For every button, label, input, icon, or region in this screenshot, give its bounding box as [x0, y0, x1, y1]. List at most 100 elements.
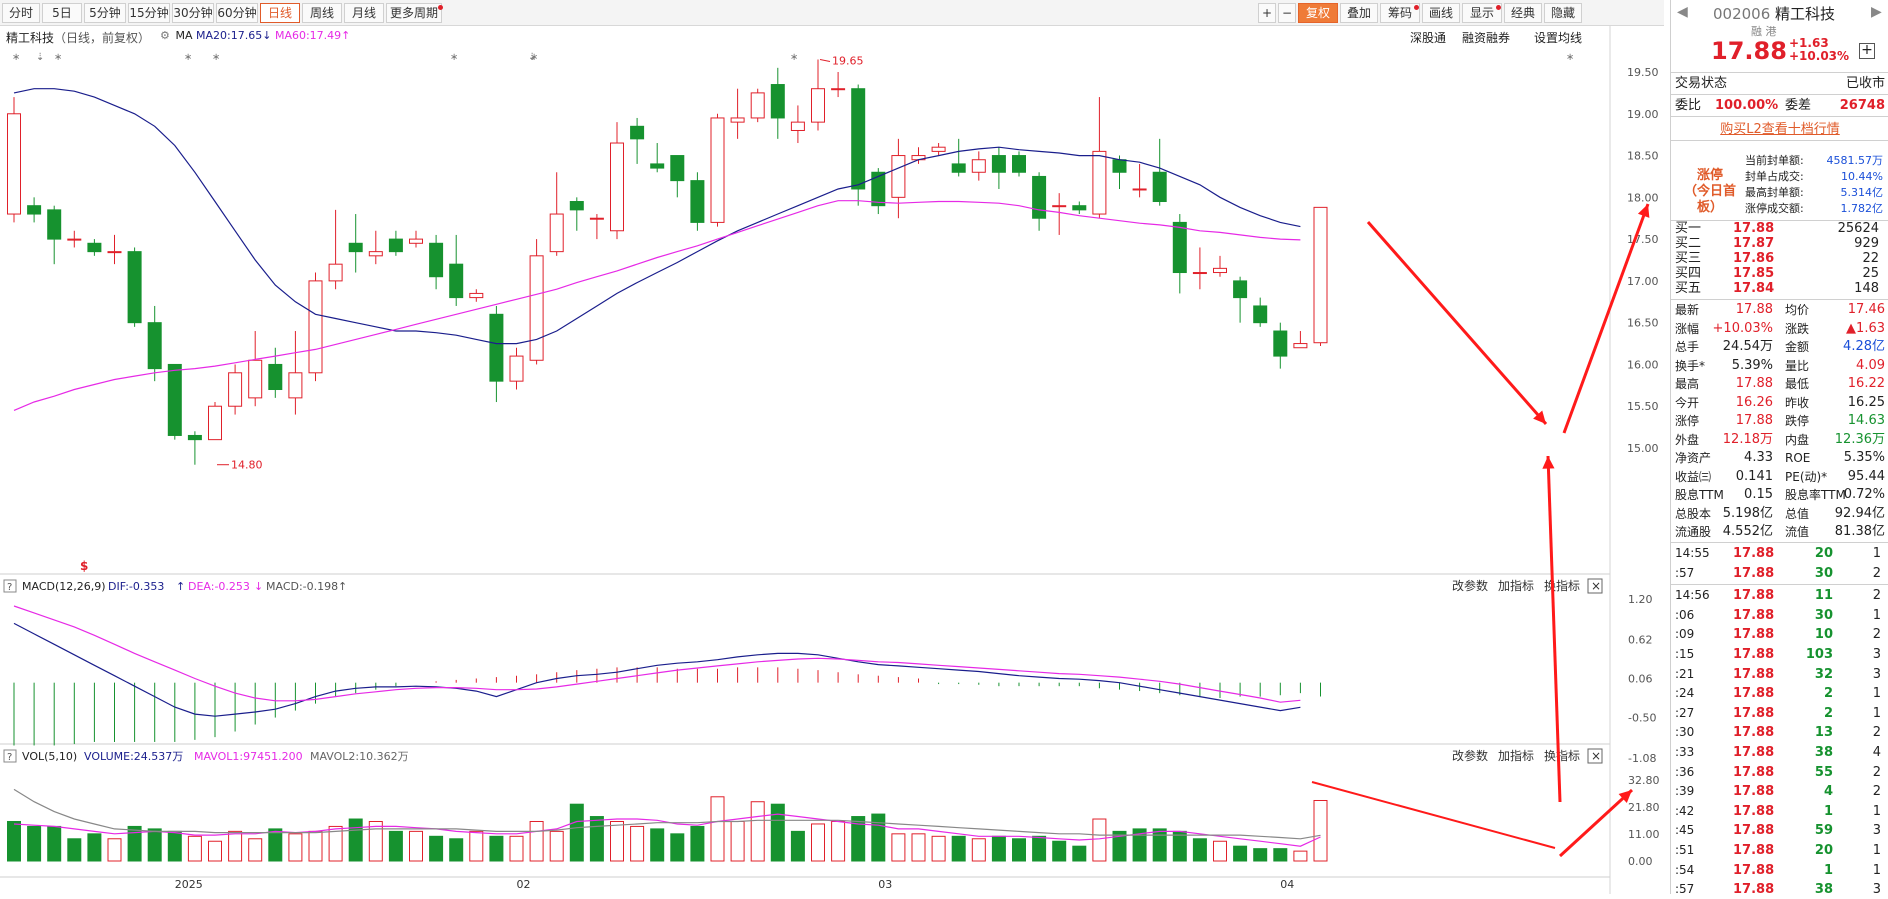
vol-tick: 32.80 [1628, 774, 1660, 787]
candle [328, 209, 343, 290]
bid-volume: 25 [1862, 266, 1879, 281]
period-tab-2[interactable]: 5分钟 [84, 3, 126, 23]
stat-value: 0.141 [1735, 468, 1773, 484]
candle [7, 97, 21, 223]
period-tab-9[interactable]: 更多周期 [386, 3, 442, 23]
indicator-btn-0[interactable]: 改参数 [1452, 578, 1488, 593]
stat-value: 5.39% [1731, 357, 1773, 373]
volume-bar [1253, 848, 1268, 862]
tick-row: :24 17.88 2 1 [1675, 684, 1885, 703]
limit-info-key: 当前封单额: [1745, 154, 1804, 167]
bid-row: 买五 17.84 148 [1675, 281, 1885, 296]
price-tick: 19.00 [1627, 108, 1659, 121]
candle [1152, 138, 1167, 206]
stat-row: 外盘 12.18万 内盘 12.36万 [1675, 431, 1885, 449]
tick-time: :24 [1675, 686, 1695, 701]
period-tab-4[interactable]: 30分钟 [172, 3, 214, 23]
tick-count: 1 [1872, 843, 1881, 858]
prev-stock-icon[interactable]: ◀ [1677, 4, 1688, 20]
tick-price: 17.88 [1733, 725, 1775, 741]
limit-info-key: 最高封单额: [1745, 186, 1804, 199]
tick-count: 1 [1872, 607, 1881, 623]
period-tab-8[interactable]: 月线 [344, 3, 384, 23]
indicator-btn-1[interactable]: 加指标 [1498, 748, 1534, 763]
volume-bar [87, 833, 102, 862]
stat-key: 量比 [1785, 358, 1810, 373]
candle [107, 234, 122, 265]
event-marker: ⇣ [36, 52, 44, 63]
candle [127, 247, 142, 327]
indicator-btn-1[interactable]: 加指标 [1498, 578, 1534, 593]
stat-key: 涨幅 [1675, 321, 1700, 336]
tick-time: :21 [1675, 666, 1695, 681]
add-watchlist-icon[interactable]: + [1859, 43, 1875, 59]
vol-tick: 21.80 [1628, 801, 1660, 814]
period-tab-0[interactable]: 分时 [2, 3, 40, 23]
volume-bar [228, 830, 243, 862]
stat-key: 流通股 [1675, 525, 1712, 539]
toolbar-btn-0[interactable]: + [1258, 3, 1276, 23]
toolbar-btn-1[interactable]: − [1278, 3, 1296, 23]
volume-bar [47, 825, 62, 862]
volume-bar [208, 840, 222, 862]
volume-bar [1313, 799, 1328, 862]
stat-key: 换手* [1675, 358, 1706, 373]
limit-info-row: 当前封单额: 4581.57万 [1745, 153, 1885, 169]
indicator-btn-0[interactable]: 改参数 [1452, 748, 1488, 763]
volume-bar [1172, 830, 1187, 862]
indicator-btn-2[interactable]: 换指标 [1544, 578, 1580, 593]
period-tab-3[interactable]: 15分钟 [128, 3, 170, 23]
period-tab-6[interactable]: 日线 [260, 3, 300, 23]
next-stock-icon[interactable]: ▶ [1871, 4, 1882, 20]
indicator-btn-2[interactable]: 换指标 [1544, 748, 1580, 763]
toolbar-btn-2[interactable]: 复权 [1298, 3, 1338, 23]
event-marker: ∗ [212, 52, 220, 63]
annotation-arrow [1558, 788, 1634, 858]
candle [1172, 214, 1187, 294]
macd-name: MACD(12,26,9) [22, 580, 106, 593]
tick-count: 1 [1872, 803, 1881, 819]
tick-price: 17.88 [1733, 565, 1775, 581]
weicha-value: 26748 [1839, 98, 1885, 113]
limit-info-key: 封单占成交: [1745, 170, 1804, 183]
toolbar-btn-8[interactable]: 隐藏 [1544, 3, 1582, 23]
candle [811, 59, 825, 131]
bid-label: 买二 [1675, 236, 1702, 251]
volume-bar [248, 838, 263, 862]
stat-key: 总手 [1675, 340, 1700, 354]
toolbar-btn-3[interactable]: 叠加 [1340, 3, 1378, 23]
volume-bar [1152, 828, 1167, 862]
tick-count: 3 [1872, 666, 1881, 682]
candle [368, 230, 383, 265]
tick-row: :21 17.88 32 3 [1675, 665, 1885, 684]
stat-value: 4.552亿 [1722, 524, 1773, 539]
candle [549, 172, 564, 256]
volume-bar [67, 838, 82, 862]
toolbar-btn-7[interactable]: 经典 [1504, 3, 1542, 23]
stat-key: 股息率TTM [1785, 488, 1846, 502]
candle [670, 155, 685, 198]
toolbar-btn-5[interactable]: 画线 [1422, 3, 1460, 23]
trade-status-row: 交易状态 已收市 [1675, 74, 1885, 93]
macd-dea: DEA:-0.253 [188, 580, 250, 593]
tick-price: 17.88 [1733, 745, 1775, 760]
period-tab-7[interactable]: 周线 [302, 3, 342, 23]
dea-line [13, 605, 1301, 703]
stat-value: 17.46 [1847, 302, 1885, 317]
candle [1233, 276, 1248, 323]
stat-row: 今开 16.26 昨收 16.25 [1675, 394, 1885, 412]
kline-chart[interactable]: ∗ ∗ ∗ ∗ ∗ ∗ ∗ ∗⇣ ⇣19.5019.0018.5018.0017.5017.00… [0, 26, 1664, 894]
volume-bar [147, 828, 162, 862]
period-tab-5[interactable]: 60分钟 [216, 3, 258, 23]
limit-info-value: 4581.57万 [1826, 154, 1884, 167]
volume-bar [710, 796, 725, 862]
status-value: 已收市 [1845, 76, 1885, 91]
limit-up-title: 涨停 [1696, 168, 1723, 183]
volume-bar [730, 820, 745, 862]
tick-time: :51 [1675, 843, 1695, 857]
stock-code: 002006 [1713, 5, 1771, 23]
period-tab-1[interactable]: 5日 [42, 3, 82, 23]
volume-bar [1072, 845, 1087, 862]
tick-volume: 20 [1814, 843, 1833, 858]
l2-promo-link[interactable]: 购买L2查看十档行情 [1671, 118, 1888, 137]
